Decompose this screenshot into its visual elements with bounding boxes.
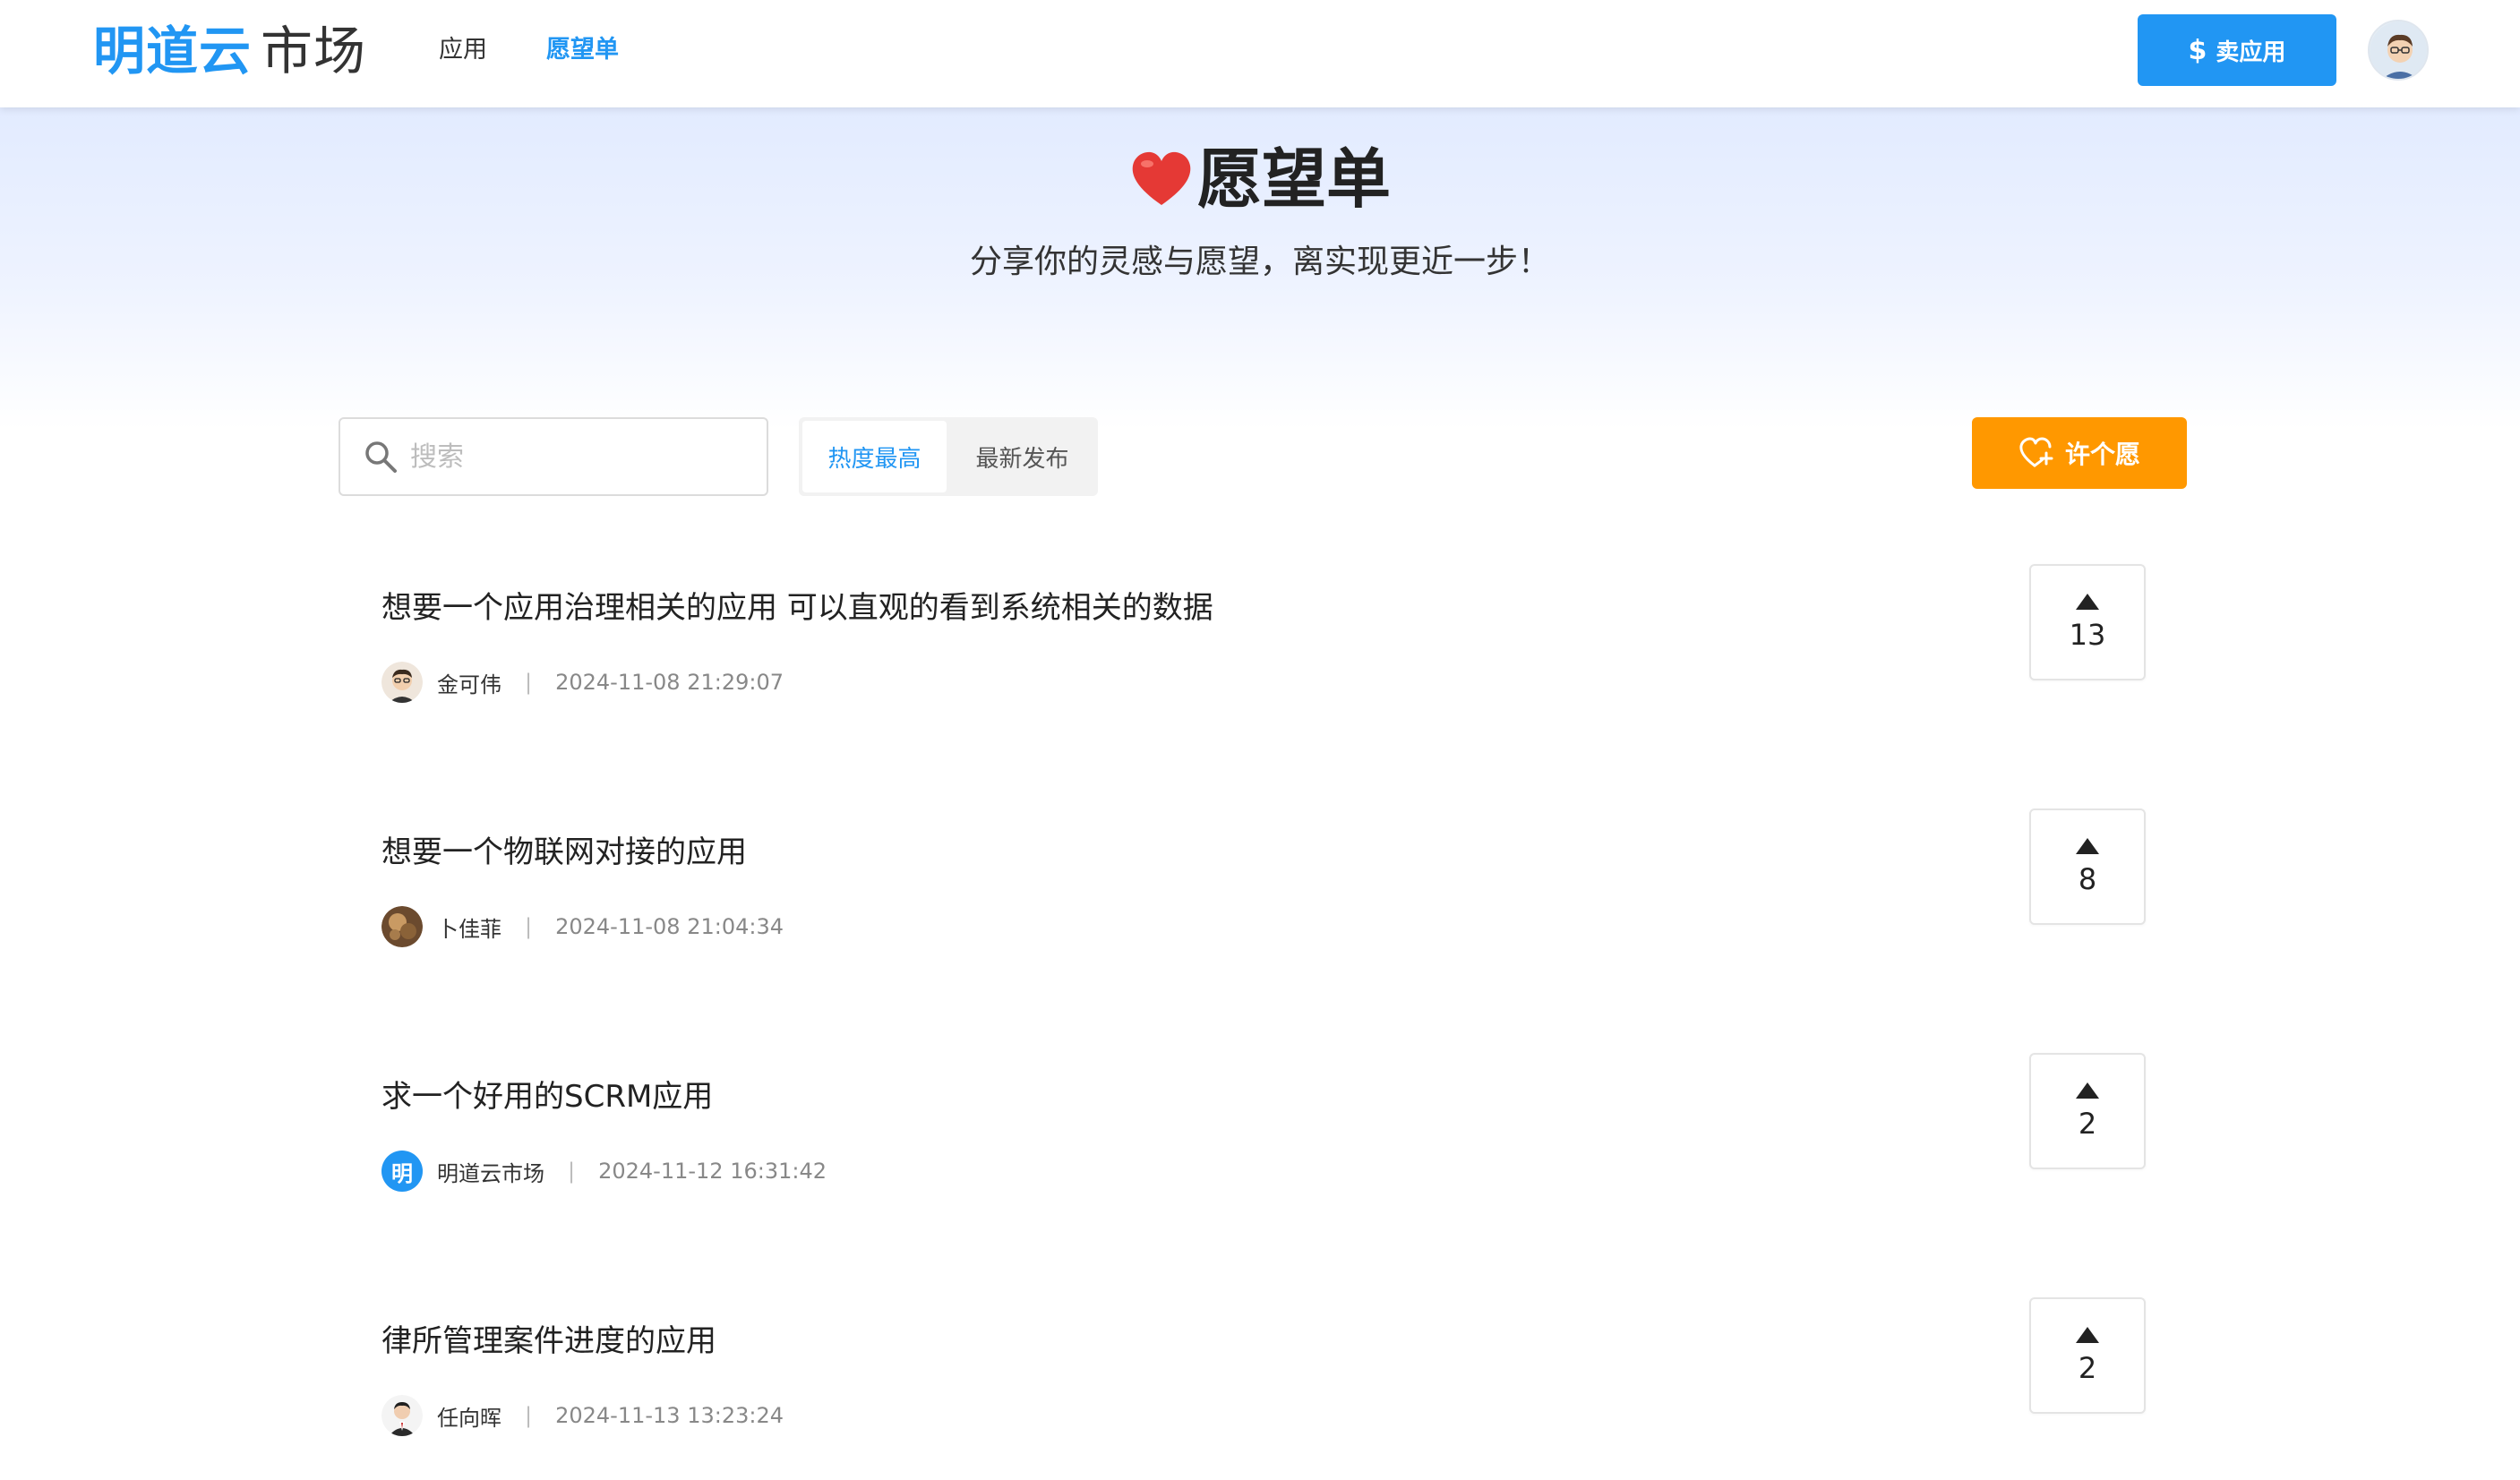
search-input[interactable]	[410, 441, 733, 473]
post-time: 2024-11-08 21:04:34	[555, 914, 784, 939]
sell-app-label: 卖应用	[2216, 38, 2286, 66]
upvote-icon	[2076, 1082, 2099, 1099]
heart-plus-icon	[2019, 437, 2053, 467]
wish-title[interactable]: 求一个好用的SCRM应用	[381, 1074, 713, 1119]
make-wish-button[interactable]: 许个愿	[1972, 417, 2187, 489]
avatar-icon	[381, 662, 423, 703]
wish-title[interactable]: 想要一个物联网对接的应用	[381, 830, 747, 875]
nav-wishlist[interactable]: 愿望单	[546, 32, 619, 68]
wish-title[interactable]: 想要一个应用治理相关的应用 可以直观的看到系统相关的数据	[381, 586, 1213, 630]
top-header: 明道云 市场 应用 愿望单 $ 卖应用	[0, 0, 2520, 107]
meta-divider: |	[525, 1403, 533, 1428]
author-name[interactable]: 任向晖	[437, 1400, 501, 1432]
search-box[interactable]	[339, 417, 768, 496]
dollar-icon: $	[2188, 34, 2207, 66]
list-item[interactable]: 求一个好用的SCRM应用 明 明道云市场 | 2024-11-12 16:31:…	[381, 1053, 2173, 1236]
upvote-button[interactable]: 2	[2029, 1297, 2146, 1414]
avatar-icon	[381, 906, 423, 947]
logo[interactable]: 明道云 市场	[93, 20, 366, 82]
vote-count: 8	[2078, 862, 2097, 896]
vote-count: 2	[2078, 1107, 2097, 1141]
list-item[interactable]: 律所管理案件进度的应用 任向晖 | 2024-11-13 13:23:24 2	[381, 1297, 2173, 1480]
upvote-icon	[2076, 1327, 2099, 1343]
author-avatar	[381, 662, 423, 703]
hero-banner: 愿望单 分享你的灵感与愿望，离实现更近一步！	[0, 107, 2520, 430]
vote-count: 2	[2078, 1351, 2097, 1385]
wish-meta: 明 明道云市场 | 2024-11-12 16:31:42	[381, 1150, 827, 1193]
author-name[interactable]: 卜佳菲	[437, 911, 501, 943]
wish-meta: 任向晖 | 2024-11-13 13:23:24	[381, 1394, 784, 1437]
vote-count: 13	[2069, 618, 2106, 652]
author-avatar	[381, 906, 423, 947]
list-item[interactable]: 想要一个应用治理相关的应用 可以直观的看到系统相关的数据 金可伟 | 2024-…	[381, 564, 2173, 747]
post-time: 2024-11-08 21:29:07	[555, 670, 784, 695]
meta-divider: |	[525, 914, 533, 939]
tab-hottest[interactable]: 热度最高	[802, 421, 947, 492]
tab-newest[interactable]: 最新发布	[950, 421, 1094, 492]
page-title: 愿望单	[0, 134, 2520, 224]
list-item[interactable]: 想要一个物联网对接的应用 卜佳菲 | 2024-11-08 21:04:34 8	[381, 808, 2173, 991]
meta-divider: |	[568, 1159, 576, 1184]
post-time: 2024-11-12 16:31:42	[598, 1159, 827, 1184]
nav-apps[interactable]: 应用	[439, 32, 487, 68]
page-title-text: 愿望单	[1196, 141, 1391, 217]
search-icon	[365, 441, 397, 473]
wish-meta: 金可伟 | 2024-11-08 21:29:07	[381, 661, 784, 704]
meta-divider: |	[525, 670, 533, 695]
author-avatar: 明	[381, 1151, 423, 1192]
post-time: 2024-11-13 13:23:24	[555, 1403, 784, 1428]
avatar-icon	[381, 1395, 423, 1436]
author-name[interactable]: 明道云市场	[437, 1156, 544, 1187]
avatar-icon	[2370, 21, 2427, 79]
author-name[interactable]: 金可伟	[437, 667, 501, 698]
sell-app-button[interactable]: $ 卖应用	[2138, 14, 2336, 86]
user-avatar[interactable]	[2368, 20, 2429, 81]
upvote-icon	[2076, 594, 2099, 610]
make-wish-label: 许个愿	[2064, 440, 2140, 469]
upvote-icon	[2076, 838, 2099, 854]
heart-icon	[1132, 151, 1191, 205]
upvote-button[interactable]: 13	[2029, 564, 2146, 680]
logo-brand: 明道云	[93, 21, 253, 81]
wish-meta: 卜佳菲 | 2024-11-08 21:04:34	[381, 905, 784, 948]
wish-title[interactable]: 律所管理案件进度的应用	[381, 1319, 716, 1364]
upvote-button[interactable]: 2	[2029, 1053, 2146, 1169]
upvote-button[interactable]: 8	[2029, 808, 2146, 925]
logo-market: 市场	[261, 21, 367, 81]
author-avatar	[381, 1395, 423, 1436]
sort-tabs: 热度最高 最新发布	[799, 417, 1098, 496]
page-subtitle: 分享你的灵感与愿望，离实现更近一步！	[969, 244, 1550, 280]
